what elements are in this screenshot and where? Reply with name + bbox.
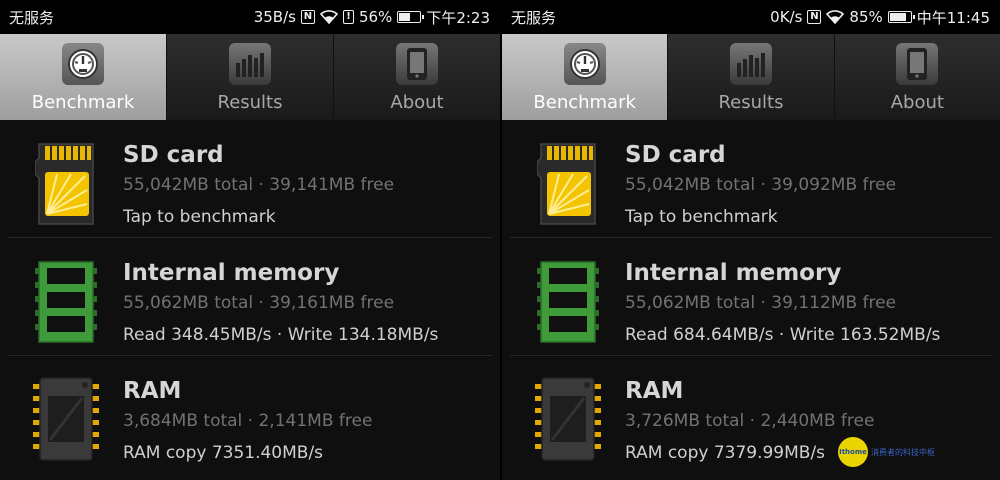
benchmark-list: SD card 55,042MB total · 39,092MB free T… xyxy=(502,120,1000,474)
nfc-icon: N xyxy=(807,10,822,24)
list-item-ram[interactable]: RAM 3,684MB total · 2,141MB free RAM cop… xyxy=(8,356,492,474)
tab-results-label: Results xyxy=(718,92,784,113)
memory-chip-icon xyxy=(34,261,97,343)
screen-left: 无服务 35B/s N ! 56% 下午2:23 Benchmark Resul… xyxy=(0,0,500,480)
tab-benchmark-label: Benchmark xyxy=(31,92,135,113)
tab-about-label: About xyxy=(390,92,444,113)
list-item-sd-card[interactable]: SD card 55,042MB total · 39,092MB free T… xyxy=(510,120,992,238)
memory-chip-icon xyxy=(536,261,599,343)
benchmark-list: SD card 55,042MB total · 39,141MB free T… xyxy=(0,120,500,474)
battery-icon xyxy=(397,11,425,23)
tab-results[interactable]: Results xyxy=(668,34,835,120)
item-result: Read 684.64MB/s · Write 163.52MB/s xyxy=(625,325,941,345)
tab-benchmark[interactable]: Benchmark xyxy=(502,34,669,120)
sd-card-icon xyxy=(536,143,596,225)
item-capacity: 3,726MB total · 2,440MB free xyxy=(625,411,875,431)
item-title: Internal memory xyxy=(123,260,340,286)
item-title: RAM xyxy=(123,378,182,404)
network-speed: 0K/s xyxy=(770,8,803,26)
tab-bar: Benchmark Results About xyxy=(502,34,1000,120)
ram-chip-icon xyxy=(32,377,99,461)
nfc-icon: N xyxy=(300,10,315,24)
item-capacity: 55,062MB total · 39,112MB free xyxy=(625,293,897,313)
item-result: Tap to benchmark xyxy=(123,207,276,227)
list-item-sd-card[interactable]: SD card 55,042MB total · 39,141MB free T… xyxy=(8,120,492,238)
carrier-label: 无服务 xyxy=(9,8,55,27)
list-item-internal-memory[interactable]: Internal memory 55,062MB total · 39,112M… xyxy=(510,238,992,356)
item-result: Tap to benchmark xyxy=(625,207,778,227)
item-title: Internal memory xyxy=(625,260,842,286)
tab-about[interactable]: About xyxy=(835,34,1000,120)
carrier-label: 无服务 xyxy=(511,8,557,27)
item-result: RAM copy 7351.40MB/s xyxy=(123,443,324,463)
speedometer-icon xyxy=(62,43,104,85)
watermark: Ithome 消费者的科技中枢 xyxy=(838,437,935,467)
network-speed: 35B/s xyxy=(253,8,296,26)
tab-bar: Benchmark Results About xyxy=(0,34,500,120)
list-item-internal-memory[interactable]: Internal memory 55,062MB total · 39,161M… xyxy=(8,238,492,356)
item-capacity: 3,684MB total · 2,141MB free xyxy=(123,411,373,431)
screen-right: 无服务 0K/s N 85% 中午11:45 Benchmark Results… xyxy=(500,0,1000,480)
wifi-icon xyxy=(319,10,338,24)
item-capacity: 55,042MB total · 39,141MB free xyxy=(123,175,395,195)
clock: 下午2:23 xyxy=(426,8,490,27)
tab-benchmark[interactable]: Benchmark xyxy=(0,34,167,120)
item-title: SD card xyxy=(123,142,224,168)
item-title: RAM xyxy=(625,378,684,404)
watermark-text: 消费者的科技中枢 xyxy=(871,447,935,457)
sd-card-icon xyxy=(34,143,94,225)
wifi-icon xyxy=(826,10,845,24)
battery-percent: 56% xyxy=(358,8,393,26)
bar-chart-icon xyxy=(229,43,271,85)
bar-chart-icon xyxy=(729,43,772,85)
alert-icon: ! xyxy=(342,10,354,24)
item-result: Read 348.45MB/s · Write 134.18MB/s xyxy=(123,325,439,345)
item-title: SD card xyxy=(625,142,726,168)
ram-chip-icon xyxy=(534,377,601,461)
battery-percent: 85% xyxy=(849,8,883,26)
tab-about-label: About xyxy=(890,92,944,113)
phone-icon xyxy=(896,43,939,85)
tab-about[interactable]: About xyxy=(334,34,500,120)
status-bar: 无服务 0K/s N 85% 中午11:45 xyxy=(502,0,1000,34)
item-capacity: 55,062MB total · 39,161MB free xyxy=(123,293,395,313)
tab-results[interactable]: Results xyxy=(167,34,334,120)
phone-icon xyxy=(396,43,438,85)
tab-results-label: Results xyxy=(217,92,283,113)
status-bar: 无服务 35B/s N ! 56% 下午2:23 xyxy=(0,0,500,34)
clock: 中午11:45 xyxy=(916,8,990,27)
tab-benchmark-label: Benchmark xyxy=(533,92,636,113)
watermark-badge: Ithome xyxy=(838,437,868,467)
speedometer-icon xyxy=(563,43,606,85)
item-capacity: 55,042MB total · 39,092MB free xyxy=(625,175,897,195)
item-result: RAM copy 7379.99MB/s xyxy=(625,443,826,463)
screens-container: 无服务 35B/s N ! 56% 下午2:23 Benchmark Resul… xyxy=(0,0,1000,480)
battery-icon xyxy=(887,11,915,23)
